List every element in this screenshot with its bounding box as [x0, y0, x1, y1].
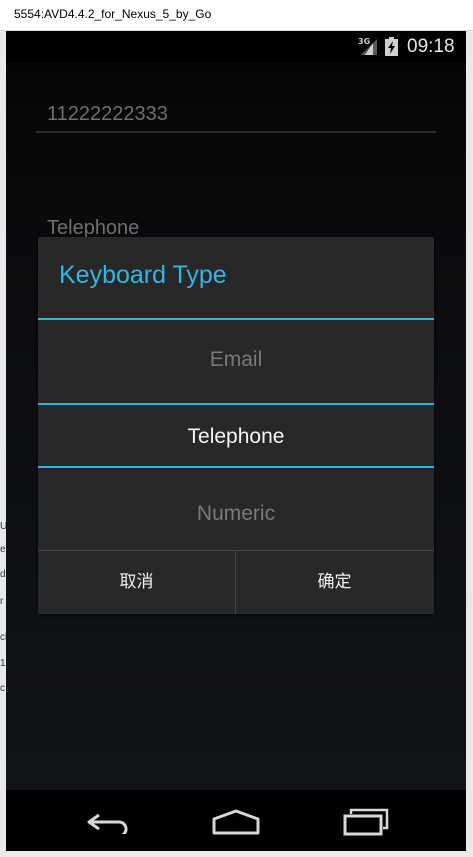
cancel-button[interactable]: 取消: [38, 551, 235, 614]
phone-number-field[interactable]: 11222222333: [47, 103, 168, 126]
status-clock: 09:18: [407, 36, 455, 57]
emulator-screen: 3G 09:18 11222222333 Telephone Keyboard …: [6, 31, 466, 851]
field-underline: [36, 131, 436, 133]
host-window-edge-right: [466, 31, 473, 857]
option-telephone[interactable]: Telephone: [38, 425, 434, 449]
window-title-bar: 5554:AVD4.4.2_for_Nexus_5_by_Go: [0, 0, 473, 31]
option-numeric[interactable]: Numeric: [38, 502, 434, 526]
status-bar: 3G 09:18: [6, 31, 466, 62]
navigation-bar: [6, 790, 466, 851]
selection-divider-bottom: [38, 466, 434, 468]
recent-apps-icon[interactable]: [343, 808, 389, 836]
title-divider: [38, 318, 434, 320]
host-window-edge-bottom: [0, 851, 473, 857]
option-email[interactable]: Email: [38, 348, 434, 372]
ok-button[interactable]: 确定: [236, 551, 433, 614]
selection-divider-top: [38, 403, 434, 405]
window-title: 5554:AVD4.4.2_for_Nexus_5_by_Go: [14, 7, 212, 21]
signal-icon: [361, 39, 377, 55]
back-icon[interactable]: [86, 810, 132, 834]
home-icon[interactable]: [211, 809, 261, 835]
battery-icon: [385, 37, 398, 56]
keyboard-type-dialog: Keyboard Type Email Telephone Numeric 取消…: [38, 237, 434, 614]
dialog-title: Keyboard Type: [59, 261, 227, 289]
